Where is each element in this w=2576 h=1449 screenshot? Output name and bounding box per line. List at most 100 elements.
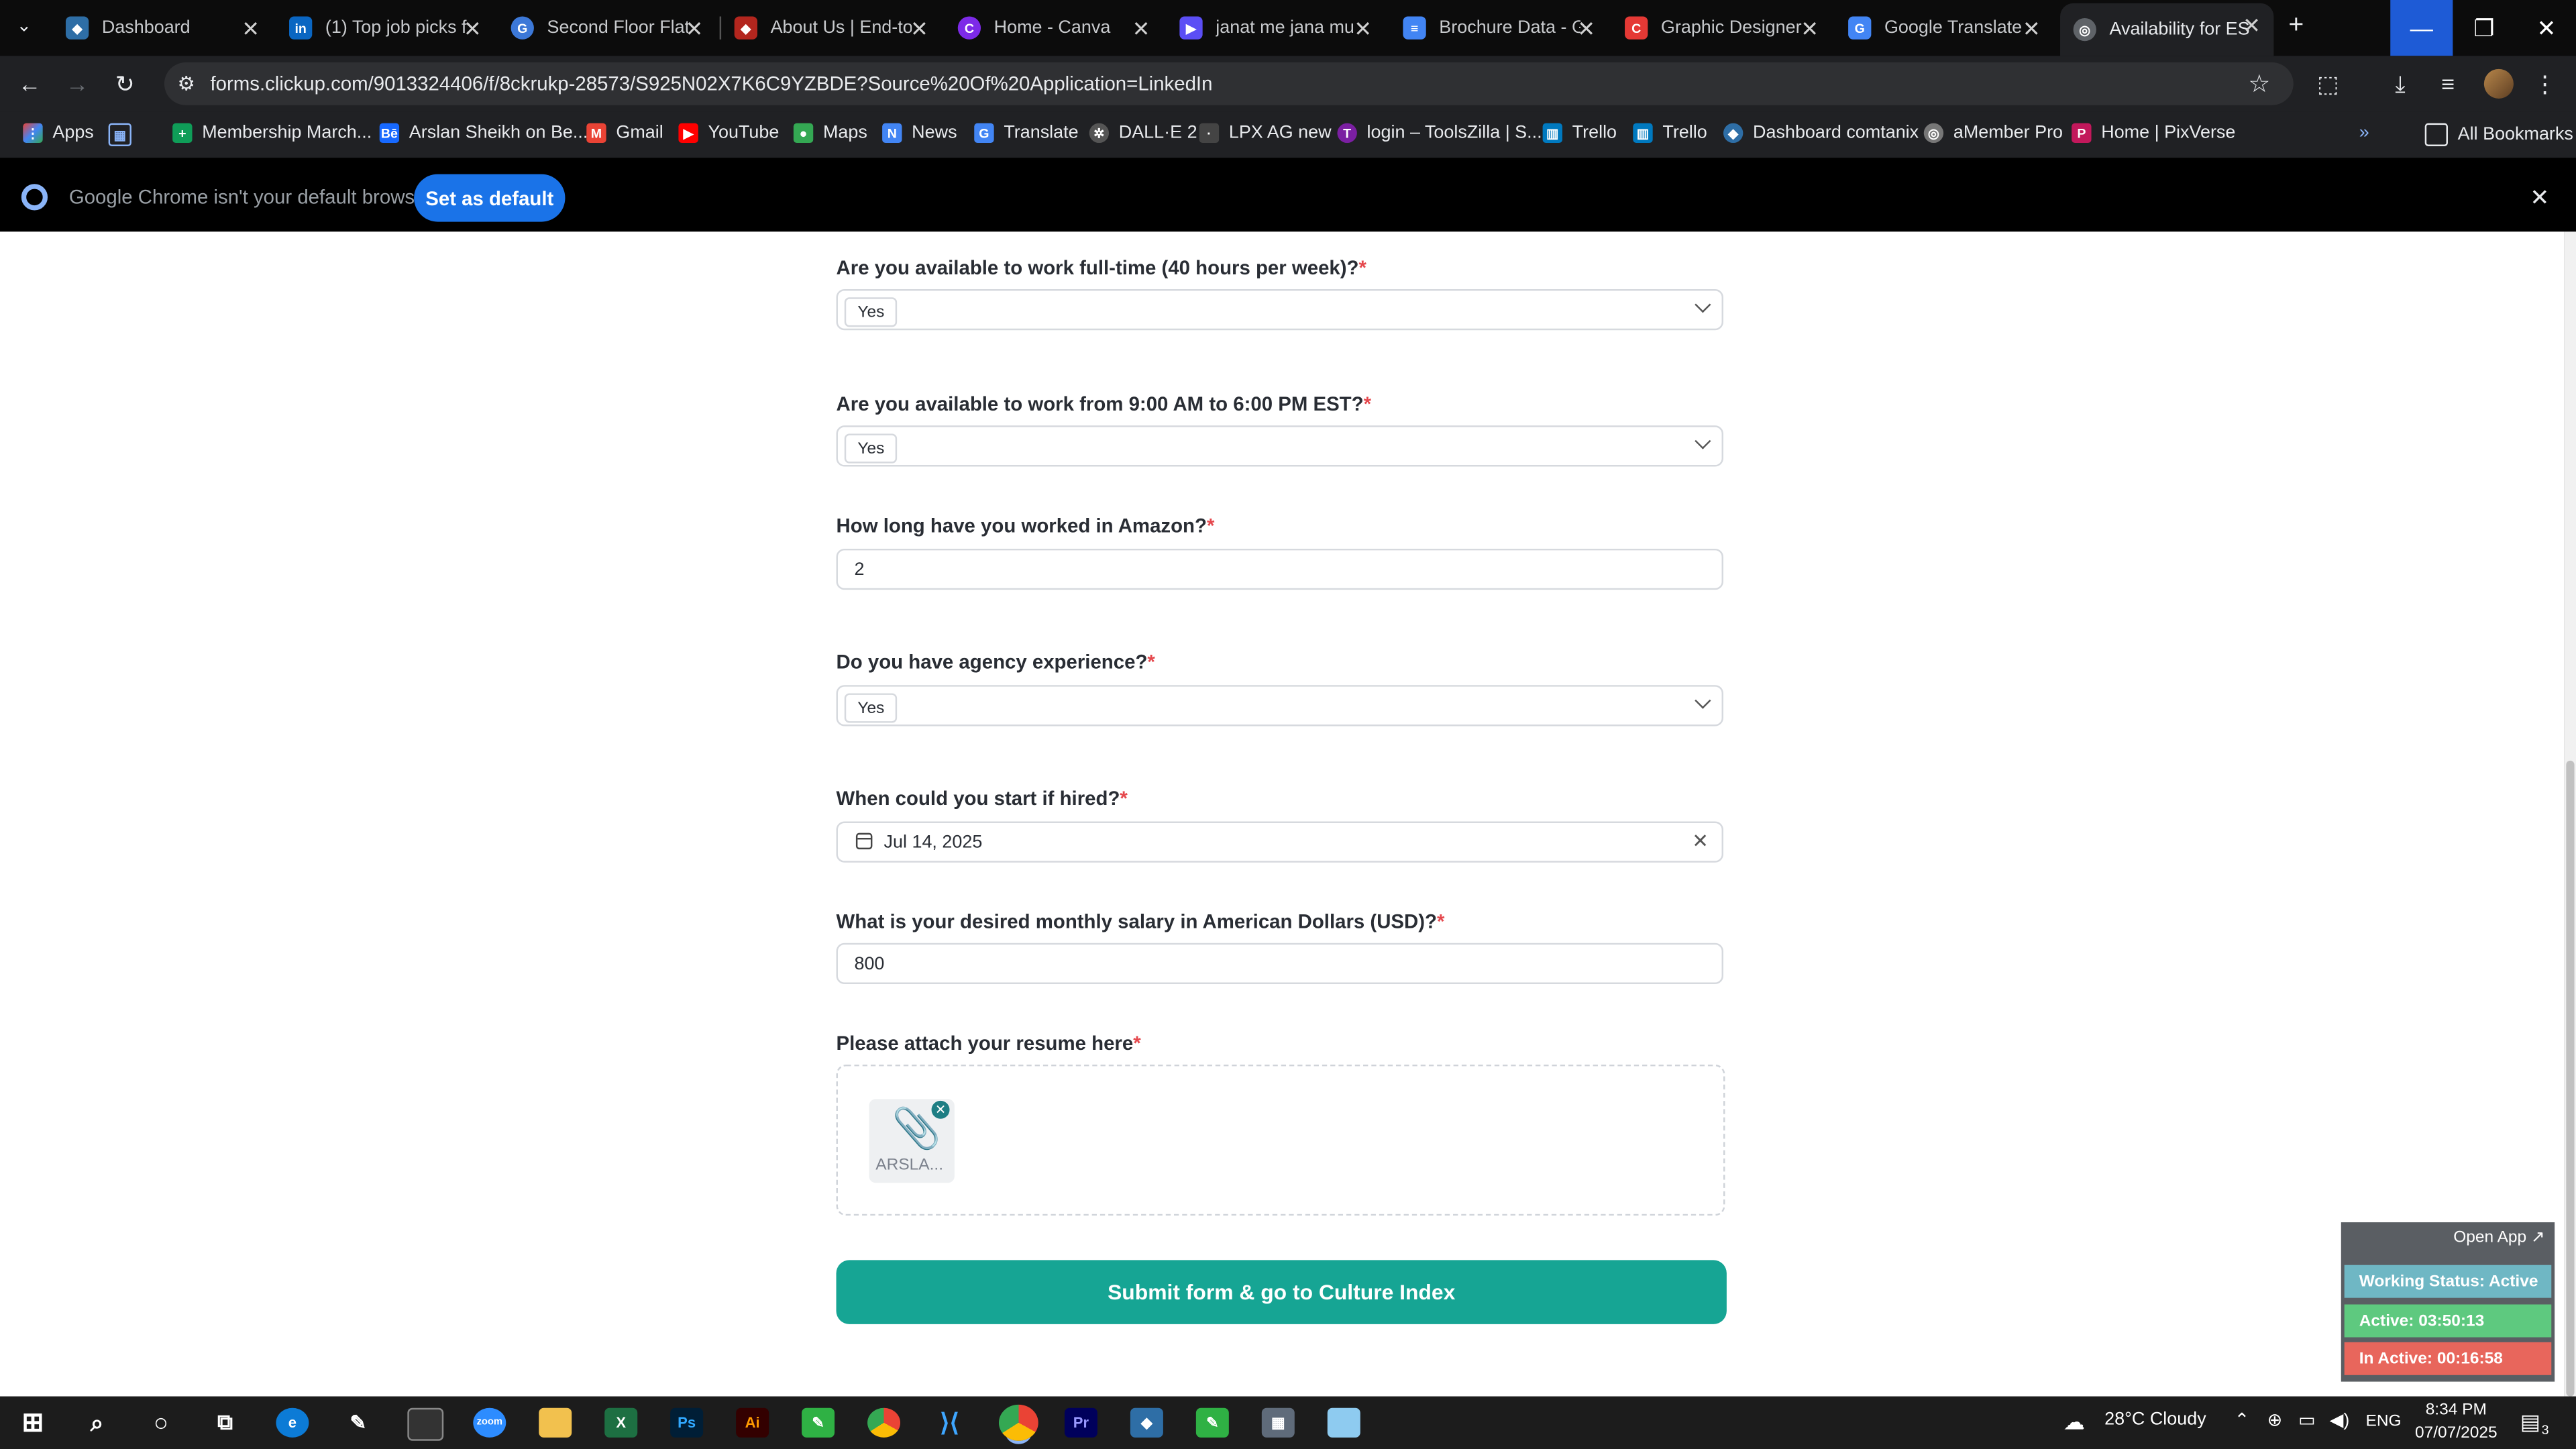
profile-avatar[interactable]: [2483, 68, 2514, 99]
tab-graphic-designer[interactable]: C Graphic Designer ✕: [1625, 7, 1819, 50]
bookmark-gmail[interactable]: M Gmail: [586, 123, 663, 144]
network-icon[interactable]: ⊕: [2267, 1409, 2283, 1431]
bookmark-maps[interactable]: ● Maps: [793, 123, 867, 144]
clock[interactable]: 8:34 PM 07/07/2025: [2415, 1400, 2498, 1446]
notepad-icon[interactable]: [1327, 1407, 1360, 1438]
bookmark-star-icon[interactable]: ☆: [2249, 69, 2271, 99]
close-tab-icon[interactable]: ✕: [464, 16, 482, 42]
tab-google-translate[interactable]: G Google Translate ✕: [1848, 7, 2041, 50]
tab-about-us[interactable]: ◆ About Us | End-to ✕: [734, 7, 928, 50]
close-tab-icon[interactable]: ✕: [2243, 13, 2261, 40]
close-tab-icon[interactable]: ✕: [1577, 16, 1595, 42]
bookmark-youtube[interactable]: ▶ YouTube: [678, 123, 779, 144]
open-app-link[interactable]: Open App ↗: [2453, 1229, 2544, 1247]
app-green-2-icon[interactable]: ✎: [1195, 1407, 1229, 1438]
windows-start-icon[interactable]: ⊞: [16, 1408, 49, 1438]
hours-select[interactable]: Yes: [836, 425, 1723, 467]
submit-button[interactable]: Submit form & go to Culture Index: [836, 1260, 1727, 1324]
tab-availability-active[interactable]: ◎ Availability for ES ✕: [2060, 3, 2274, 56]
fulltime-select[interactable]: Yes: [836, 289, 1723, 331]
page-scrollbar[interactable]: [2564, 231, 2576, 1397]
media-controls-icon[interactable]: ≡: [2433, 69, 2463, 99]
chrome-active-icon[interactable]: [998, 1404, 1038, 1441]
vscode-icon[interactable]: ⟩⟨: [933, 1408, 966, 1438]
app-diamond-icon[interactable]: ◆: [1130, 1407, 1163, 1438]
device-icon[interactable]: ▭: [2298, 1409, 2315, 1431]
bookmark-lpx[interactable]: · LPX AG new: [1199, 123, 1332, 144]
salary-input[interactable]: 800: [836, 943, 1723, 984]
close-tab-icon[interactable]: ✕: [910, 16, 928, 42]
close-tab-icon[interactable]: ✕: [241, 16, 260, 42]
excel-icon[interactable]: X: [604, 1407, 638, 1438]
volume-icon[interactable]: ◀): [2330, 1409, 2350, 1431]
forward-icon[interactable]: →: [62, 69, 92, 99]
start-date-picker[interactable]: Jul 14, 2025 ✕: [836, 821, 1723, 863]
scrollbar-thumb[interactable]: [2566, 760, 2575, 1397]
close-tab-icon[interactable]: ✕: [1132, 16, 1150, 42]
pen-tool-icon[interactable]: ✎: [341, 1408, 374, 1438]
terminal-icon[interactable]: [407, 1407, 444, 1441]
search-icon[interactable]: ⌕: [80, 1408, 113, 1438]
tab-search-chevron-icon[interactable]: ⌄: [16, 15, 32, 36]
task-view-icon[interactable]: ⧉: [209, 1408, 241, 1438]
bookmark-apps[interactable]: ⋮ Apps: [23, 123, 94, 144]
zoom-icon[interactable]: zoom: [473, 1407, 506, 1438]
bookmark-pixverse[interactable]: P Home | PixVerse: [2072, 123, 2235, 144]
bookmark-translate[interactable]: G Translate: [974, 123, 1079, 144]
illustrator-icon[interactable]: Ai: [736, 1407, 769, 1438]
photoshop-icon[interactable]: Ps: [670, 1407, 704, 1438]
bookmark-dalle[interactable]: ✲ DALL·E 2: [1089, 123, 1197, 144]
reload-icon[interactable]: ↻: [110, 69, 140, 99]
calculator-icon[interactable]: ▦: [1261, 1407, 1295, 1438]
extensions-icon[interactable]: ⬚: [2313, 69, 2343, 99]
bookmark-toolszilla[interactable]: Tlogin – ToolsZilla | S...: [1337, 123, 1542, 144]
all-bookmarks[interactable]: All Bookmarks: [2424, 123, 2573, 146]
file-explorer-icon[interactable]: [539, 1407, 572, 1438]
tab-canva[interactable]: C Home - Canva ✕: [957, 7, 1150, 50]
set-as-default-button[interactable]: Set as default: [414, 174, 566, 222]
close-tab-icon[interactable]: ✕: [685, 16, 703, 42]
premiere-icon[interactable]: Pr: [1064, 1407, 1097, 1438]
address-bar[interactable]: ⚙ forms.clickup.com/9013324406/f/8ckrukp…: [164, 62, 2294, 105]
tab-video[interactable]: ▶ janat me jana mu ✕: [1179, 7, 1372, 50]
amazon-years-input[interactable]: 2: [836, 548, 1723, 590]
close-tab-icon[interactable]: ✕: [2023, 16, 2041, 42]
back-icon[interactable]: ←: [15, 69, 44, 99]
bookmark-trello-1[interactable]: ▥ Trello: [1542, 123, 1617, 144]
bookmark-news[interactable]: N News: [882, 123, 957, 144]
bookmark-amember[interactable]: ◎ aMember Pro: [1923, 123, 2063, 144]
remove-file-icon[interactable]: ✕: [931, 1100, 950, 1119]
tab-dashboard[interactable]: ◆ Dashboard ✕: [65, 7, 260, 50]
app-green-icon[interactable]: ✎: [802, 1407, 835, 1438]
agency-select[interactable]: Yes: [836, 685, 1723, 727]
notifications-icon[interactable]: ▤: [2520, 1409, 2540, 1436]
tab-brochure-data[interactable]: ≡ Brochure Data - G ✕: [1403, 7, 1595, 50]
minimize-icon[interactable]: —: [2390, 0, 2453, 56]
chrome-icon[interactable]: [867, 1407, 901, 1438]
downloads-icon[interactable]: ⤓: [2385, 69, 2415, 99]
weather-text[interactable]: 28°C Cloudy: [2104, 1409, 2206, 1429]
window-close-icon[interactable]: ✕: [2515, 0, 2576, 56]
bookmarks-overflow-icon[interactable]: »: [2359, 123, 2369, 143]
close-tab-icon[interactable]: ✕: [1801, 16, 1819, 42]
close-tab-icon[interactable]: ✕: [1354, 16, 1372, 42]
menu-kebab-icon[interactable]: ⋮: [2530, 69, 2559, 99]
new-tab-icon[interactable]: +: [2288, 11, 2304, 41]
bookmark-membership[interactable]: + Membership March...: [172, 123, 372, 144]
language-indicator[interactable]: ENG: [2366, 1413, 2402, 1431]
clear-date-icon[interactable]: ✕: [1692, 830, 1709, 853]
tray-chevron-up-icon[interactable]: ⌃: [2235, 1409, 2250, 1431]
resume-dropzone[interactable]: [836, 1064, 1725, 1216]
cortana-icon[interactable]: ○: [145, 1408, 178, 1438]
bookmark-trello-2[interactable]: ▥ Trello: [1633, 123, 1707, 144]
bookmark-behance[interactable]: Bē Arslan Sheikh on Be...: [379, 123, 588, 144]
restore-icon[interactable]: ❐: [2453, 0, 2515, 56]
bookmark-dashboard-comtanix[interactable]: ◆ Dashboard comtanix: [1723, 123, 1919, 144]
tab-linkedin[interactable]: in (1) Top job picks f ✕: [289, 7, 482, 50]
tab-second-floor-flat[interactable]: G Second Floor Flat ✕: [511, 7, 703, 50]
site-info-icon[interactable]: ⚙: [177, 72, 195, 95]
edge-icon[interactable]: e: [276, 1407, 309, 1438]
url-text[interactable]: forms.clickup.com/9013324406/f/8ckrukp-2…: [210, 72, 1212, 95]
infobar-close-icon[interactable]: ✕: [2530, 184, 2549, 212]
bookmark-grid[interactable]: ▦: [108, 123, 142, 146]
